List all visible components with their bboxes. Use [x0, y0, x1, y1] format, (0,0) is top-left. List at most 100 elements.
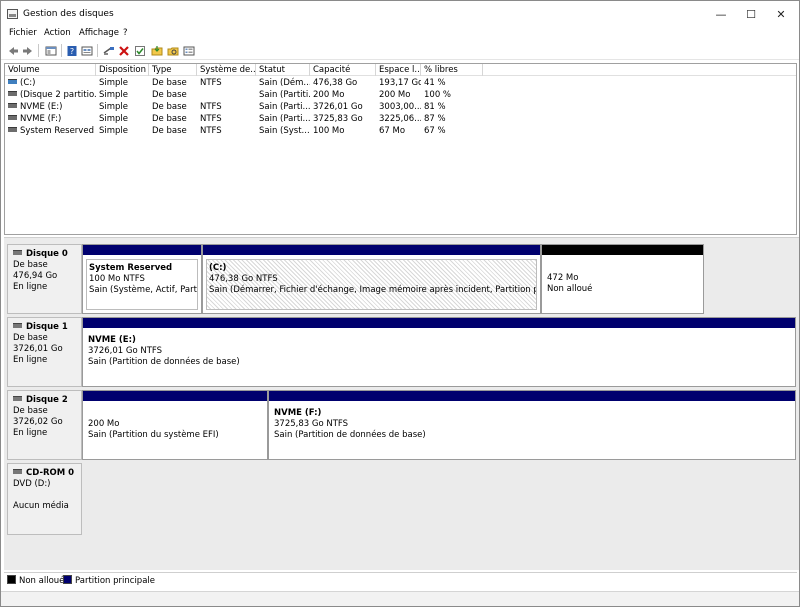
- primary-partition-stripe: [83, 245, 201, 255]
- connect-disk-icon[interactable]: [102, 44, 115, 57]
- hard-disk-icon: [13, 323, 22, 328]
- check-icon[interactable]: [133, 44, 146, 57]
- volume-name: (Disque 2 partitio...: [20, 90, 96, 100]
- column-header-type[interactable]: Type: [149, 64, 197, 76]
- partition-size: 200 Mo: [88, 419, 120, 429]
- delete-icon[interactable]: [117, 44, 130, 57]
- partition-size: 3725,83 Go NTFS: [274, 419, 349, 429]
- partition-size: 100 Mo NTFS: [89, 274, 145, 284]
- volume-row[interactable]: System Reserved Simple De base NTFS Sain…: [5, 125, 485, 137]
- partition-status: Sain (Démarrer, Fichier d'échange, Image…: [209, 285, 536, 295]
- column-header-filesystem[interactable]: Système de...: [197, 64, 256, 76]
- list-view-icon[interactable]: [182, 44, 195, 57]
- percent-free-cell: 87 %: [424, 114, 446, 124]
- partition-f[interactable]: NVME (F:) 3725,83 Go NTFS Sain (Partitio…: [268, 390, 796, 460]
- menu-action[interactable]: Action: [44, 28, 71, 38]
- type-cell: De base: [152, 126, 187, 136]
- type-cell: De base: [152, 114, 187, 124]
- help-icon[interactable]: ?: [65, 44, 78, 57]
- partition-name: [88, 408, 262, 419]
- drive-icon: [8, 115, 17, 120]
- column-header-disposition[interactable]: Disposition: [96, 64, 149, 76]
- column-header-capacity[interactable]: Capacité: [310, 64, 376, 76]
- percent-free-cell: 67 %: [424, 126, 446, 136]
- volume-row[interactable]: (Disque 2 partitio... Simple De base Sai…: [5, 89, 485, 101]
- partition-name: NVME (E:): [88, 335, 136, 345]
- disk-1-label[interactable]: Disque 1 De base 3726,01 Go En ligne: [7, 317, 82, 387]
- disk-status: En ligne: [13, 355, 48, 365]
- percent-free-cell: 81 %: [424, 102, 446, 112]
- partition-status: Non alloué: [547, 284, 593, 294]
- free-space-cell: 67 Mo: [379, 126, 406, 136]
- primary-partition-stripe: [269, 391, 795, 401]
- partition-e[interactable]: NVME (E:) 3726,01 Go NTFS Sain (Partitio…: [82, 317, 796, 387]
- disk-type: De base: [13, 406, 48, 416]
- title-bar: Gestion des disques — ☐ ✕: [1, 1, 799, 27]
- partition-size: 472 Mo: [547, 273, 579, 283]
- volume-row[interactable]: NVME (E:) Simple De base NTFS Sain (Part…: [5, 101, 485, 113]
- open-folder-icon[interactable]: [150, 44, 163, 57]
- menu-affichage[interactable]: Affichage: [79, 28, 119, 38]
- primary-swatch: [63, 575, 72, 584]
- console-tree-icon[interactable]: [44, 44, 57, 57]
- partition-system-reserved[interactable]: System Reserved 100 Mo NTFS Sain (Systèm…: [82, 244, 202, 314]
- primary-partition-stripe: [203, 245, 540, 255]
- toolbar-separator: [38, 44, 39, 57]
- menu-fichier[interactable]: Fichier: [9, 28, 37, 38]
- partition-name: (C:): [209, 263, 227, 273]
- disk-management-window: Gestion des disques — ☐ ✕ Fichier Action…: [0, 0, 800, 607]
- cd-drive-icon: [13, 469, 22, 474]
- free-space-cell: 193,17 Go: [379, 78, 421, 88]
- disk-graphical-view[interactable]: Disque 0 De base 476,94 Go En ligne Syst…: [4, 237, 799, 570]
- volume-cell: System Reserved: [5, 125, 96, 137]
- column-header-free-space[interactable]: Espace l...: [376, 64, 421, 76]
- drive-icon: [8, 91, 17, 96]
- menu-help[interactable]: ?: [123, 28, 128, 38]
- partition-c[interactable]: (C:) 476,38 Go NTFS Sain (Démarrer, Fich…: [202, 244, 541, 314]
- disposition-cell: Simple: [99, 126, 129, 136]
- status-bar: [1, 591, 799, 606]
- close-button[interactable]: ✕: [765, 1, 797, 27]
- status-cell: Sain (Dém...: [259, 78, 310, 88]
- forward-arrow-icon[interactable]: [21, 44, 34, 57]
- explore-icon[interactable]: [166, 44, 179, 57]
- capacity-cell: 476,38 Go: [313, 78, 358, 88]
- partition-size: 3726,01 Go NTFS: [88, 346, 163, 356]
- status-cell: Sain (Parti...: [259, 102, 310, 112]
- volume-cell: (C:): [5, 77, 96, 89]
- minimize-button[interactable]: —: [705, 1, 737, 27]
- volume-row[interactable]: (C:) Simple De base NTFS Sain (Dém... 47…: [5, 77, 485, 89]
- volume-row[interactable]: NVME (F:) Simple De base NTFS Sain (Part…: [5, 113, 485, 125]
- volume-cell: (Disque 2 partitio...: [5, 89, 96, 101]
- volume-list-header: Volume Disposition Type Système de... St…: [5, 64, 796, 76]
- disk-2-label[interactable]: Disque 2 De base 3726,02 Go En ligne: [7, 390, 82, 460]
- cdrom-0-label[interactable]: CD-ROM 0 DVD (D:) Aucun média: [7, 463, 82, 535]
- partition-status: Sain (Partition de données de base): [274, 430, 426, 440]
- disk-0-label[interactable]: Disque 0 De base 476,94 Go En ligne: [7, 244, 82, 314]
- disposition-cell: Simple: [99, 90, 129, 100]
- disk-2-partitions: 200 Mo Sain (Partition du système EFI) N…: [82, 390, 796, 460]
- menu-bar: Fichier Action Affichage ?: [1, 27, 799, 41]
- partition-efi[interactable]: 200 Mo Sain (Partition du système EFI): [82, 390, 268, 460]
- partition-status: Sain (Partition de données de base): [88, 357, 240, 367]
- volume-list[interactable]: Volume Disposition Type Système de... St…: [4, 63, 797, 235]
- type-cell: De base: [152, 102, 187, 112]
- column-header-volume[interactable]: Volume: [5, 64, 96, 76]
- column-header-status[interactable]: Statut: [256, 64, 310, 76]
- column-header-percent-free[interactable]: % libres: [421, 64, 483, 76]
- partition-unallocated[interactable]: 472 Mo Non alloué: [541, 244, 704, 314]
- capacity-cell: 200 Mo: [313, 90, 345, 100]
- volume-name: NVME (F:): [20, 114, 62, 124]
- toolbar: ?: [1, 41, 799, 60]
- drive-icon: [8, 103, 17, 108]
- capacity-cell: 100 Mo: [313, 126, 345, 136]
- disposition-cell: Simple: [99, 102, 129, 112]
- partition-name: [547, 262, 698, 273]
- legend-unallocated: Non alloué: [7, 575, 65, 586]
- properties-icon[interactable]: [80, 44, 93, 57]
- maximize-button[interactable]: ☐: [735, 1, 767, 27]
- hard-disk-icon: [13, 250, 22, 255]
- percent-free-cell: 41 %: [424, 78, 446, 88]
- legend-label: Non alloué: [19, 576, 65, 586]
- back-arrow-icon[interactable]: [6, 44, 19, 57]
